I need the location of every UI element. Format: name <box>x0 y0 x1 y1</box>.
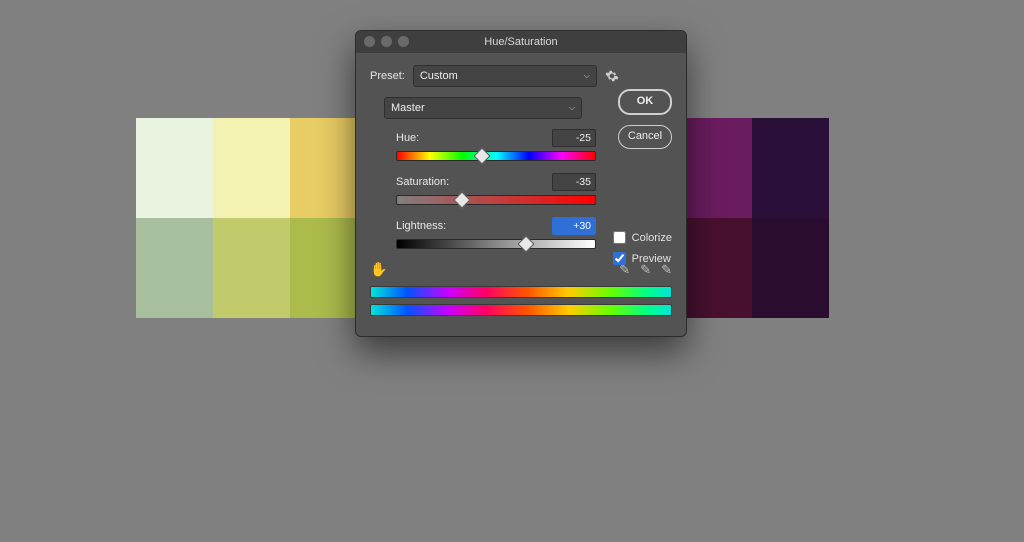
swatch-cell <box>829 218 906 318</box>
colorize-checkbox[interactable]: Colorize <box>613 231 672 244</box>
hue-label: Hue: <box>396 132 419 144</box>
scrubby-hand-icon[interactable]: ✋ <box>370 261 387 278</box>
saturation-label: Saturation: <box>396 176 449 188</box>
saturation-input[interactable]: -35 <box>552 173 596 191</box>
minimize-icon[interactable] <box>381 36 392 47</box>
slider-thumb[interactable] <box>517 236 534 253</box>
preview-label: Preview <box>632 253 671 265</box>
lightness-slider-row: Lightness: +30 <box>396 217 596 249</box>
preset-value: Custom <box>420 70 458 82</box>
swatch-cell <box>752 218 829 318</box>
hue-slider[interactable] <box>396 151 596 161</box>
preview-checkbox[interactable]: Preview <box>613 252 672 265</box>
traffic-lights[interactable] <box>364 36 409 47</box>
spectrum-bar-top[interactable] <box>370 286 672 298</box>
slider-thumb[interactable] <box>474 148 491 165</box>
saturation-slider[interactable] <box>396 195 596 205</box>
chevron-down-icon: ⌵ <box>569 103 575 113</box>
chevron-down-icon: ⌵ <box>584 71 590 81</box>
spectrum-bar-bottom[interactable] <box>370 304 672 316</box>
saturation-slider-row: Saturation: -35 <box>396 173 596 205</box>
dialog-title: Hue/Saturation <box>484 36 557 48</box>
range-value: Master <box>391 102 425 114</box>
cancel-button[interactable]: Cancel <box>618 125 672 149</box>
lightness-label: Lightness: <box>396 220 446 232</box>
dialog-titlebar[interactable]: Hue/Saturation <box>356 31 686 53</box>
swatch-cell <box>213 218 290 318</box>
hue-slider-row: Hue: -25 <box>396 129 596 161</box>
gear-icon[interactable] <box>605 69 619 83</box>
ok-button[interactable]: OK <box>618 89 672 115</box>
hue-input[interactable]: -25 <box>552 129 596 147</box>
preset-label: Preset: <box>370 70 405 82</box>
zoom-icon[interactable] <box>398 36 409 47</box>
colorize-input[interactable] <box>613 231 626 244</box>
preset-dropdown[interactable]: Custom ⌵ <box>413 65 597 87</box>
colorize-label: Colorize <box>632 232 672 244</box>
close-icon[interactable] <box>364 36 375 47</box>
preview-input[interactable] <box>613 252 626 265</box>
hue-saturation-dialog: Hue/Saturation Preset: Custom ⌵ Master ⌵ <box>355 30 687 337</box>
slider-thumb[interactable] <box>454 192 471 209</box>
lightness-input[interactable]: +30 <box>552 217 596 235</box>
range-dropdown[interactable]: Master ⌵ <box>384 97 582 119</box>
lightness-slider[interactable] <box>396 239 596 249</box>
swatch-cell <box>136 218 213 318</box>
